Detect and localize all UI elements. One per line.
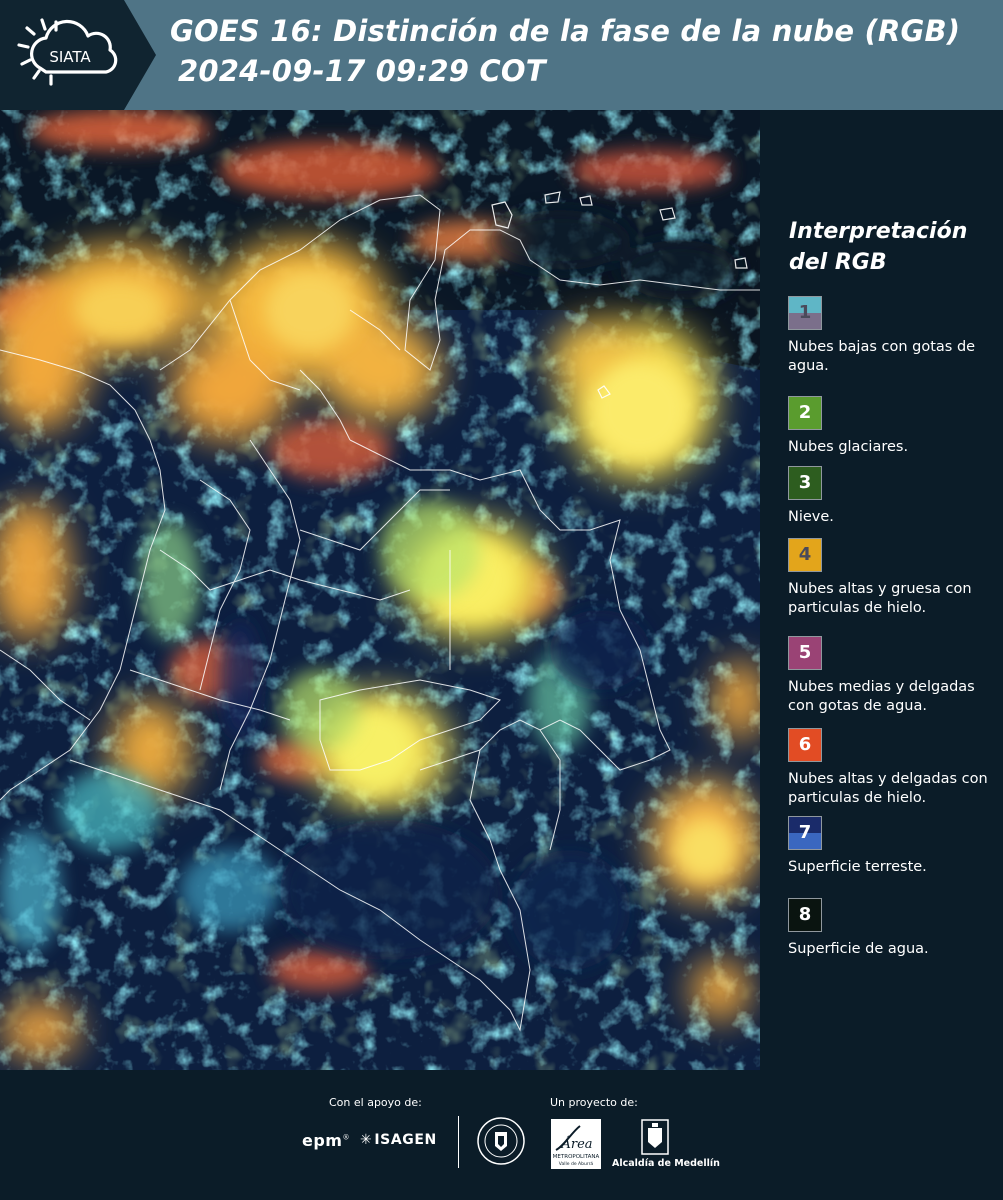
legend-item-1: 1 Nubes bajas con gotas de agua. (788, 296, 1000, 376)
legend-item-3: 3 Nieve. (788, 466, 1000, 527)
footer: Con el apoyo de: Un proyecto de: epm® ✳ I… (0, 1070, 1003, 1200)
area-metropolitana-logo: Área METROPOLITANA Valle de Aburrá (550, 1118, 602, 1174)
legend-item-2: 2 Nubes glaciares. (788, 396, 1000, 457)
legend-swatch: 8 (788, 898, 822, 932)
legend-number: 6 (798, 734, 812, 755)
page-title: GOES 16: Distinción de la fase de la nub… (170, 14, 961, 48)
legend-label: Nubes altas y delgadas con particulas de… (788, 771, 988, 806)
legend-swatch: 4 (788, 538, 822, 572)
siata-logo: SIATA (0, 0, 158, 110)
legend-label: Superficie de agua. (788, 941, 929, 957)
amva-logo-sub2: Valle de Aburrá (559, 1160, 594, 1167)
project-label: Un proyecto de: (550, 1096, 638, 1109)
isagen-star-icon: ✳ (360, 1132, 373, 1148)
legend-label: Nubes altas y gruesa con particulas de h… (788, 581, 972, 616)
legend-item-5: 5 Nubes medias y delgadas con gotas de ag… (788, 636, 1000, 716)
legend-number: 7 (798, 822, 812, 843)
legend-number: 5 (798, 642, 812, 663)
legend-title-line2: del RGB (789, 250, 887, 275)
image-timestamp: 2024-09-17 09:29 COT (178, 54, 546, 88)
legend-label: Superficie terreste. (788, 859, 927, 875)
header-bar: SIATA GOES 16: Distinción de la fase de … (0, 0, 1003, 110)
legend-item-7: 7 Superficie terreste. (788, 816, 1000, 877)
epm-logo: epm® (302, 1131, 350, 1150)
siata-logo-text: SIATA (49, 48, 91, 66)
legend-label: Nubes bajas con gotas de agua. (788, 339, 976, 374)
legend-number: 8 (798, 904, 812, 925)
satellite-map (0, 110, 760, 1070)
legend-label: Nubes medias y delgadas con gotas de agu… (788, 679, 975, 714)
legend-number: 1 (798, 302, 812, 323)
legend-title: Interpretación del RGB (789, 216, 999, 278)
footer-divider (458, 1116, 459, 1168)
legend-label: Nubes glaciares. (788, 439, 909, 455)
legend-swatch: 1 (788, 296, 822, 330)
amva-logo-name: Área (560, 1136, 592, 1152)
alcaldia-shield-icon (640, 1118, 670, 1160)
legend-number: 4 (798, 544, 812, 565)
legend-swatch: 7 (788, 816, 822, 850)
legend-swatch: 5 (788, 636, 822, 670)
legend-item-4: 4 Nubes altas y gruesa con particulas de … (788, 538, 1000, 618)
alcaldia-name: Alcaldía de Medellín (612, 1158, 720, 1169)
epm-logo-text: epm (302, 1131, 343, 1150)
legend-panel: Interpretación del RGB 1 Nubes bajas con … (760, 110, 1003, 1070)
legend-number: 2 (798, 402, 812, 423)
medellin-seal-icon (476, 1116, 526, 1170)
legend-label: Nieve. (788, 509, 834, 525)
legend-swatch: 2 (788, 396, 822, 430)
legend-number: 3 (798, 472, 812, 493)
legend-title-line1: Interpretación (789, 219, 968, 244)
support-label: Con el apoyo de: (329, 1096, 422, 1109)
legend-item-6: 6 Nubes altas y delgadas con particulas d… (788, 728, 1000, 808)
legend-item-8: 8 Superficie de agua. (788, 898, 1000, 959)
legend-swatch: 3 (788, 466, 822, 500)
legend-swatch: 6 (788, 728, 822, 762)
amva-logo-subtitle: METROPOLITANA (553, 1154, 600, 1160)
isagen-logo: ✳ ISAGEN (360, 1132, 437, 1148)
isagen-logo-text: ISAGEN (374, 1132, 437, 1148)
